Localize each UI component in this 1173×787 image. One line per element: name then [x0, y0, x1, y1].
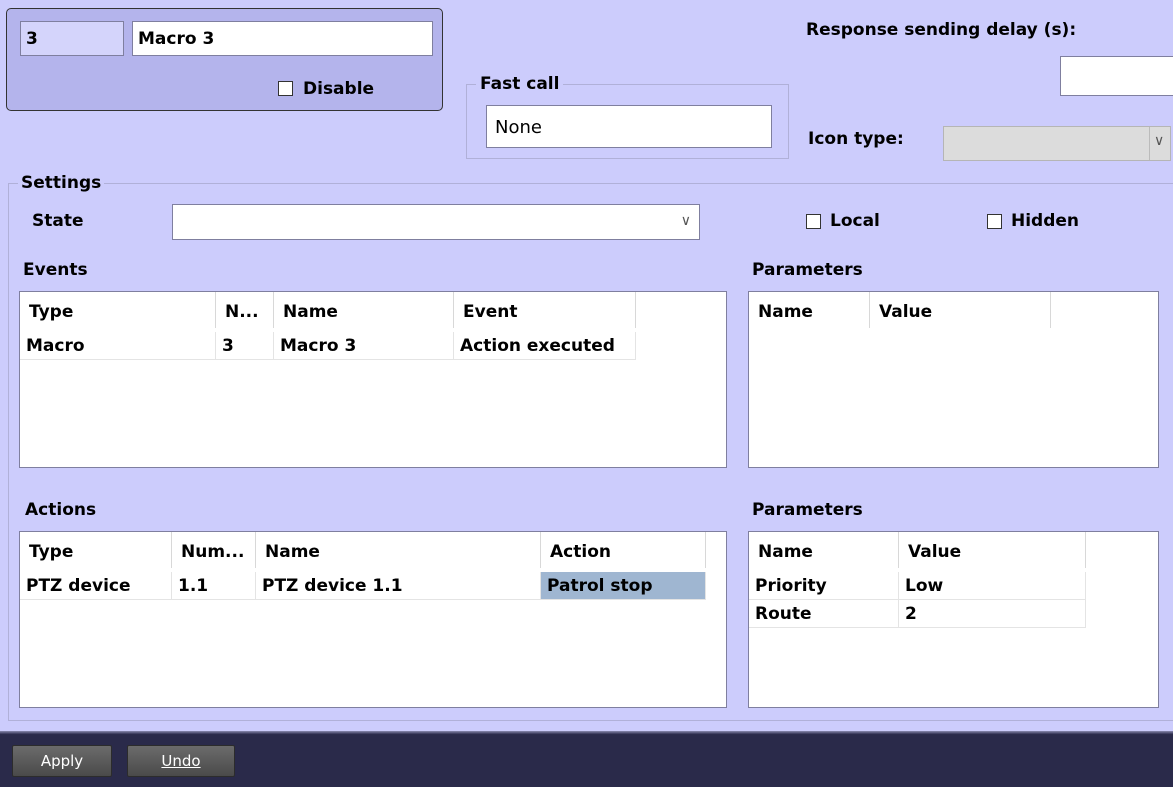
macro-name-field[interactable]: Macro 3	[132, 21, 433, 56]
events-parameters-grid[interactable]: Name Value	[748, 291, 1159, 468]
events-parameters-title: Parameters	[752, 260, 863, 280]
macro-id-value: 3	[26, 29, 38, 49]
actions-col-action[interactable]: Action	[541, 532, 706, 568]
apply-button[interactable]: Apply	[12, 745, 112, 777]
actions-params-col-name[interactable]: Name	[749, 532, 899, 568]
fast-call-value: None	[495, 117, 542, 138]
icon-type-dropdown-button[interactable]: ∨	[1149, 127, 1170, 160]
actions-params-cell-name: Priority	[749, 572, 899, 600]
actions-col-type[interactable]: Type	[20, 532, 172, 568]
events-params-col-value[interactable]: Value	[870, 292, 1051, 328]
events-col-type[interactable]: Type	[20, 292, 216, 328]
actions-cell-action[interactable]: Patrol stop	[541, 572, 706, 600]
hidden-checkbox[interactable]	[987, 214, 1002, 229]
actions-params-col-value[interactable]: Value	[899, 532, 1086, 568]
actions-grid[interactable]: Type Num... Name Action PTZ device 1.1 P…	[19, 531, 727, 708]
events-grid[interactable]: Type N... Name Event Macro 3 Macro 3 Act…	[19, 291, 727, 468]
events-col-number[interactable]: N...	[216, 292, 274, 328]
icon-type-select[interactable]: ∨	[943, 126, 1171, 161]
actions-col-number[interactable]: Num...	[172, 532, 256, 568]
events-col-event[interactable]: Event	[454, 292, 636, 328]
state-select[interactable]: ∨	[172, 204, 700, 240]
events-title: Events	[23, 260, 88, 280]
actions-parameters-title: Parameters	[752, 500, 863, 520]
actions-col-name[interactable]: Name	[256, 532, 541, 568]
state-label: State	[32, 211, 84, 231]
events-col-name[interactable]: Name	[274, 292, 454, 328]
actions-cell-number: 1.1	[172, 572, 256, 600]
chevron-down-icon[interactable]: ∨	[681, 213, 691, 229]
actions-params-cell-value[interactable]: Low	[899, 572, 1086, 600]
disable-label: Disable	[303, 79, 375, 99]
local-label: Local	[830, 211, 880, 231]
actions-cell-type: PTZ device	[20, 572, 172, 600]
macro-name-value: Macro 3	[138, 29, 215, 49]
actions-params-cell-value[interactable]: 2	[899, 600, 1086, 628]
events-cell-event: Action executed	[454, 332, 636, 360]
actions-title: Actions	[25, 500, 97, 520]
fast-call-field[interactable]: None	[486, 105, 772, 148]
events-cell-name: Macro 3	[274, 332, 454, 360]
local-checkbox[interactable]	[806, 214, 821, 229]
undo-button[interactable]: Undo	[127, 745, 235, 777]
hidden-label: Hidden	[1011, 211, 1080, 231]
actions-params-cell-name: Route	[749, 600, 899, 628]
response-delay-label: Response sending delay (s):	[806, 20, 1077, 40]
chevron-down-icon: ∨	[1154, 133, 1165, 149]
response-delay-field[interactable]	[1060, 56, 1173, 96]
events-cell-number: 3	[216, 332, 274, 360]
disable-checkbox[interactable]	[278, 81, 293, 96]
actions-parameters-grid[interactable]: Name Value Priority Low Route 2	[748, 531, 1159, 708]
actions-cell-name: PTZ device 1.1	[256, 572, 541, 600]
events-params-col-name[interactable]: Name	[749, 292, 870, 328]
events-cell-type: Macro	[20, 332, 216, 360]
icon-type-label: Icon type:	[808, 129, 904, 149]
macro-id-field[interactable]: 3	[20, 21, 124, 56]
fast-call-label: Fast call	[476, 74, 564, 94]
settings-title: Settings	[18, 173, 105, 193]
